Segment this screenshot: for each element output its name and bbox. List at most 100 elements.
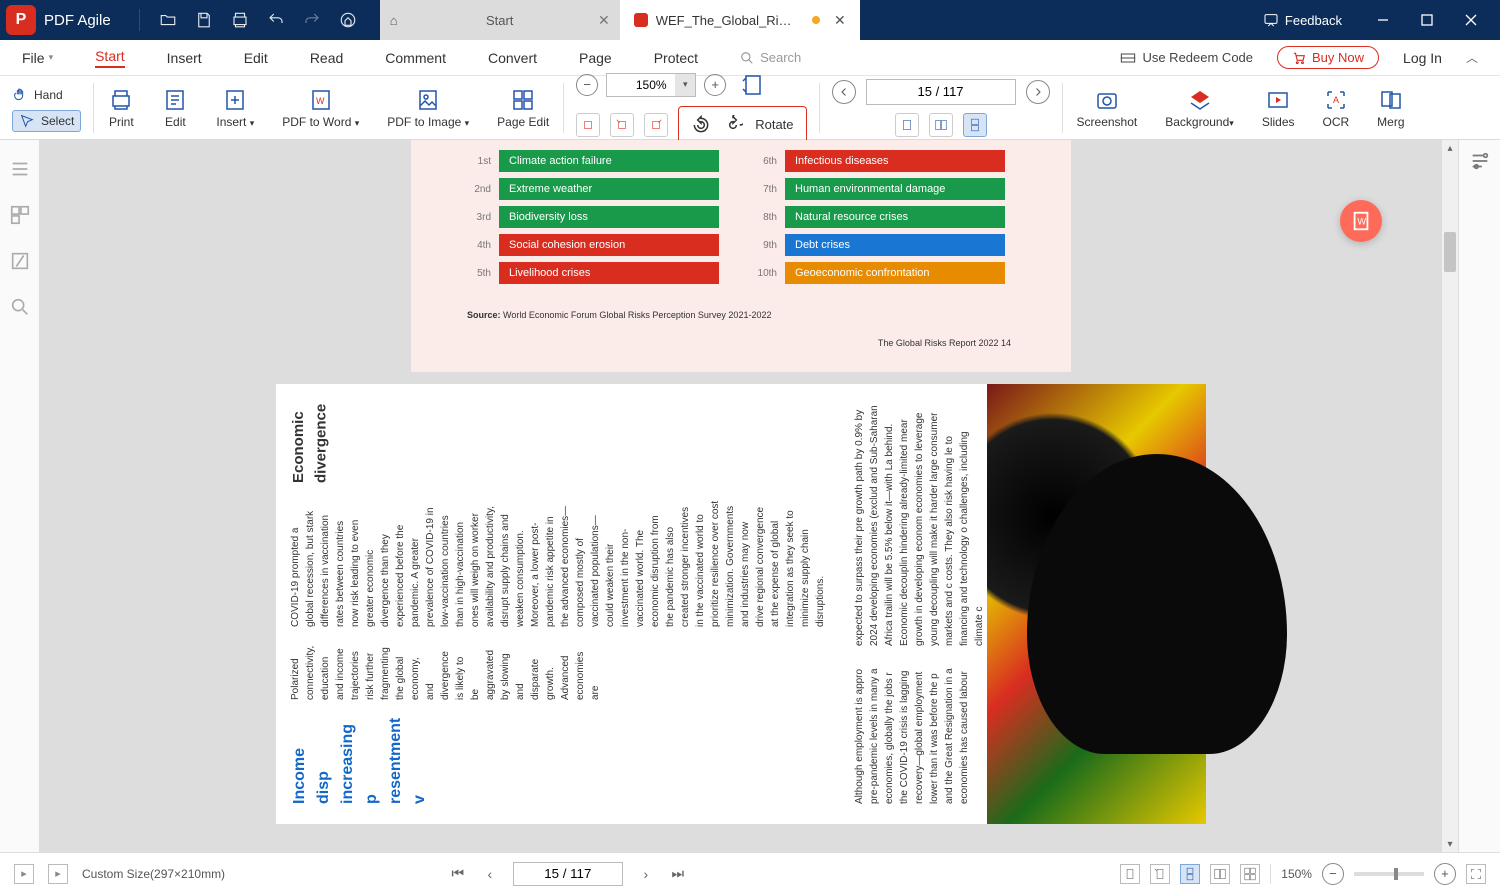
status-zoom-label: 150% [1281,867,1312,881]
close-tab-icon[interactable]: ✕ [598,12,610,29]
rotate-left-icon[interactable] [691,115,711,135]
search-panel-icon[interactable] [9,296,31,318]
prev-page-button[interactable] [832,80,856,104]
minimize-button[interactable] [1362,0,1404,40]
rotate-right-icon[interactable] [723,115,743,135]
menu-file[interactable]: File ▾ [22,50,53,66]
close-doc-tab-icon[interactable]: ✕ [834,12,846,29]
fit-page-icon[interactable] [740,72,766,98]
last-page-button[interactable]: ⏭ [669,865,687,883]
page-footer: The Global Risks Report 2022 14 [411,338,1011,348]
insert-button[interactable]: Insert ▾ [202,76,268,139]
document-viewport[interactable]: W 1stClimate action failure2ndExtreme we… [40,140,1442,852]
menu-start[interactable]: Start [95,48,125,68]
title-bar: P PDF Agile ⌂ Start ✕ WEF_The_Global_Ris… [0,0,1500,40]
pdf-to-image-button[interactable]: PDF to Image ▾ [373,76,483,139]
zoom-select[interactable]: 150%▾ [606,73,696,97]
fullscreen-button[interactable] [1466,864,1486,884]
page-size-label: Custom Size(297×210mm) [82,867,225,881]
outline-panel-icon[interactable] [9,158,31,180]
pdf-to-word-button[interactable]: WPDF to Word ▾ [268,76,373,139]
svg-text:A: A [1333,95,1339,105]
chevron-down-icon[interactable]: ▾ [675,74,695,96]
menu-insert[interactable]: Insert [167,50,202,66]
rotate-label[interactable]: Rotate [755,117,793,132]
maximize-button[interactable] [1406,0,1448,40]
crop-tool-3[interactable] [644,113,668,137]
edit-button[interactable]: Edit [148,76,202,139]
merge-button[interactable]: Merg [1363,76,1408,139]
crop-tool-2[interactable] [610,113,634,137]
view-mode-2[interactable] [929,113,953,137]
tab-document[interactable]: WEF_The_Global_Risks_Repo... ✕ [620,0,860,40]
hand-tool[interactable]: Hand [12,84,81,106]
menu-page[interactable]: Page [579,50,612,66]
status-bar: ▸ ▸ Custom Size(297×210mm) ⏮ ‹ › ⏭ 150% … [0,852,1500,894]
open-icon[interactable] [158,10,178,30]
zoom-in-button[interactable]: + [704,74,726,96]
crop-tool-1[interactable] [576,113,600,137]
sb-view-2[interactable] [1150,864,1170,884]
buy-now-button[interactable]: Buy Now [1277,46,1379,69]
redo-icon[interactable] [302,10,322,30]
sb-view-4[interactable] [1210,864,1230,884]
collapse-ribbon-icon[interactable]: ︿ [1466,49,1478,66]
home-icon[interactable] [338,10,358,30]
document-tabs: ⌂ Start ✕ WEF_The_Global_Risks_Repo... ✕ [380,0,860,40]
close-button[interactable] [1450,0,1492,40]
search-input[interactable]: Search [740,50,801,65]
tab-start[interactable]: ⌂ Start ✕ [380,0,620,40]
prev-page-sb-button[interactable]: ‹ [481,865,499,883]
vertical-scrollbar[interactable]: ▴ ▾ [1442,140,1458,852]
thumbnails-panel-icon[interactable] [9,204,31,226]
scroll-thumb[interactable] [1444,232,1456,272]
rotate-group: Rotate [678,106,806,144]
screenshot-button[interactable]: Screenshot [1063,76,1152,139]
risk-row: 10thGeoeconomic confrontation [753,262,1005,284]
select-tool[interactable]: Select [12,110,81,132]
risk-row: 4thSocial cohesion erosion [467,234,719,256]
status-zoom-in[interactable]: + [1434,863,1456,885]
properties-panel-icon[interactable] [1469,150,1491,172]
page-edit-button[interactable]: Page Edit [483,76,563,139]
menu-comment[interactable]: Comment [385,50,446,66]
scroll-down-icon[interactable]: ▾ [1442,836,1458,852]
scroll-up-icon[interactable]: ▴ [1442,140,1458,156]
page-15: Income disp increasing p resentment v Po… [276,384,1206,824]
next-page-button[interactable] [1026,80,1050,104]
risk-row: 8thNatural resource crises [753,206,1005,228]
menu-convert[interactable]: Convert [488,50,537,66]
annotations-panel-icon[interactable] [9,250,31,272]
next-page-sb-button[interactable]: › [637,865,655,883]
feedback-button[interactable]: Feedback [1263,12,1342,28]
zoom-slider[interactable] [1354,872,1424,876]
first-page-button[interactable]: ⏮ [449,865,467,883]
view-mode-3[interactable] [963,113,987,137]
risk-row: 7thHuman environmental damage [753,178,1005,200]
save-icon[interactable] [194,10,214,30]
background-button[interactable]: Background▾ [1151,76,1248,139]
view-mode-1[interactable] [895,113,919,137]
status-icon-2[interactable]: ▸ [48,864,68,884]
zoom-out-button[interactable]: − [576,74,598,96]
convert-float-button[interactable]: W [1340,200,1382,242]
print-icon[interactable] [230,10,250,30]
sb-view-5[interactable] [1240,864,1260,884]
status-icon-1[interactable]: ▸ [14,864,34,884]
home-tab-icon: ⌂ [390,13,398,28]
login-button[interactable]: Log In [1403,50,1442,66]
sb-view-1[interactable] [1120,864,1140,884]
status-page-input[interactable] [513,862,623,886]
undo-icon[interactable] [266,10,286,30]
print-button[interactable]: Print [94,76,148,139]
status-zoom-out[interactable]: − [1322,863,1344,885]
menu-protect[interactable]: Protect [654,50,698,66]
redeem-code-button[interactable]: Use Redeem Code [1120,50,1253,66]
section-title: Economic divergence [288,404,828,483]
menu-edit[interactable]: Edit [244,50,268,66]
page-number-input[interactable] [866,79,1016,105]
ocr-button[interactable]: AOCR [1309,76,1364,139]
slides-button[interactable]: Slides [1248,76,1309,139]
sb-view-3[interactable] [1180,864,1200,884]
menu-read[interactable]: Read [310,50,343,66]
